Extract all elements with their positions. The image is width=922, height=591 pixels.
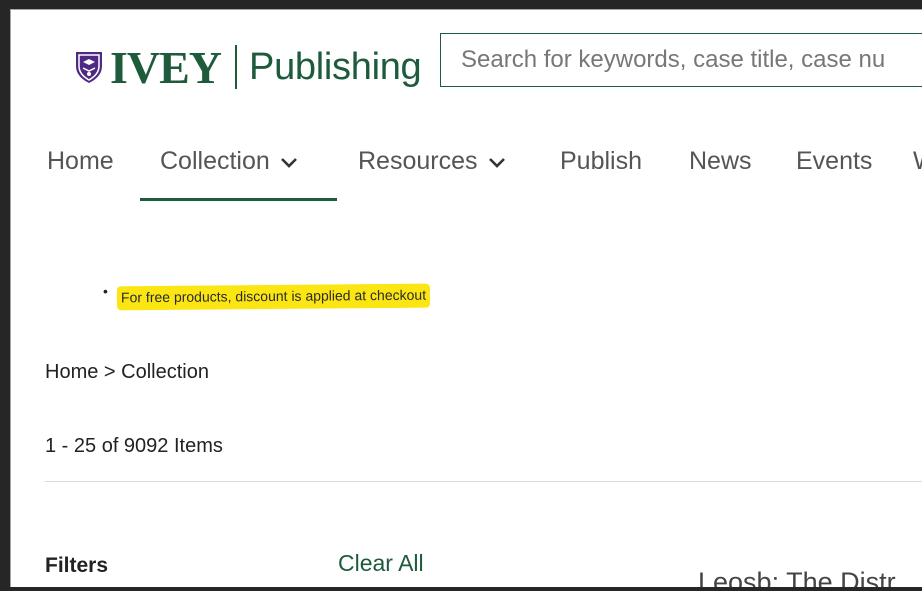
section-divider [45, 481, 922, 482]
breadcrumb-home[interactable]: Home [45, 361, 98, 383]
product-title[interactable]: Leosb: The Distr [698, 567, 896, 587]
logo-divider [235, 45, 238, 89]
breadcrumb-separator: > [103, 361, 122, 383]
main-nav: Home Collection Resources Publish News E… [10, 139, 922, 201]
nav-item-label: W [913, 147, 922, 176]
nav-item-label: Collection [160, 147, 270, 175]
logo-product-text: Publishing [249, 45, 422, 88]
notice-text: For free products, discount is applied a… [116, 283, 431, 311]
shield-crest-icon [76, 52, 102, 83]
nav-item-collection[interactable]: Collection [160, 147, 298, 176]
nav-item-label: Resources [358, 147, 478, 175]
results-count: 1 - 25 of 9092 Items [45, 435, 223, 457]
nav-item-home[interactable]: Home [47, 147, 114, 176]
nav-item-label: News [689, 147, 752, 175]
bullet-icon: • [103, 283, 108, 299]
active-tab-indicator [140, 198, 337, 201]
breadcrumb-collection[interactable]: Collection [121, 361, 209, 383]
clear-all-link[interactable]: Clear All [338, 550, 424, 577]
nav-item-events[interactable]: Events [796, 147, 872, 176]
search-input[interactable] [440, 33, 922, 87]
site-logo[interactable]: IVEY Publishing [74, 36, 422, 98]
nav-item-resources[interactable]: Resources [358, 147, 506, 176]
breadcrumb: Home > Collection [45, 361, 209, 384]
nav-item-truncated[interactable]: W [913, 147, 922, 176]
nav-item-label: Events [796, 147, 873, 175]
logo-brand-text: IVEY [110, 41, 222, 93]
filters-heading: Filters [45, 554, 109, 577]
browser-viewport: IVEY Publishing Home Collection Resource… [0, 0, 922, 591]
chevron-down-icon [280, 158, 297, 168]
nav-item-label: Home [47, 147, 114, 175]
nav-item-label: Publish [560, 147, 642, 175]
nav-item-news[interactable]: News [689, 147, 752, 176]
nav-item-publish[interactable]: Publish [560, 147, 642, 176]
chevron-down-icon [488, 158, 505, 168]
